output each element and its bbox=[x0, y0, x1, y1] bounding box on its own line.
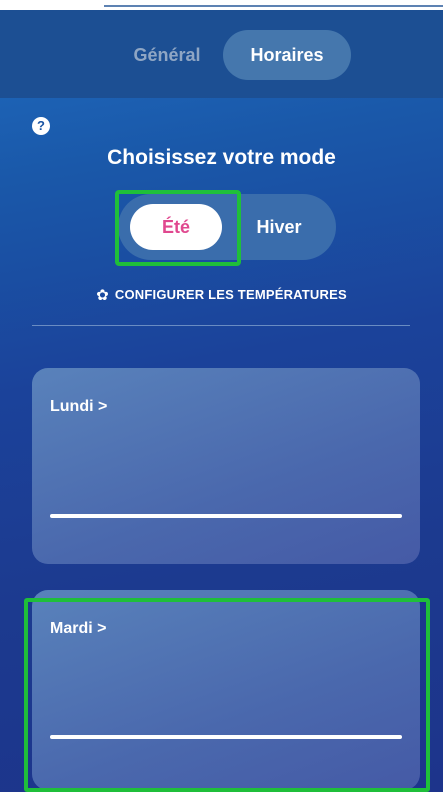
help-icon[interactable]: ? bbox=[32, 117, 50, 135]
configure-temperatures-link[interactable]: ✿ CONFIGURER LES TEMPÉRATURES bbox=[0, 286, 443, 304]
screen: Général Horaires ? Choisissez votre mode… bbox=[0, 0, 443, 792]
highlight-box-ete bbox=[115, 190, 241, 266]
tab-general[interactable]: Général bbox=[112, 30, 222, 80]
top-divider bbox=[104, 5, 443, 7]
day-card-lundi[interactable]: Lundi > bbox=[32, 368, 420, 564]
header-bar: Général Horaires bbox=[0, 10, 443, 98]
mode-option-hiver[interactable]: Hiver bbox=[234, 204, 324, 250]
tab-horaires[interactable]: Horaires bbox=[223, 30, 351, 80]
day-label-lundi[interactable]: Lundi > bbox=[50, 398, 107, 416]
section-divider bbox=[32, 325, 410, 326]
mode-title: Choisissez votre mode bbox=[107, 146, 336, 169]
day-timeline-lundi bbox=[50, 514, 402, 518]
configure-temperatures-label: CONFIGURER LES TEMPÉRATURES bbox=[114, 287, 347, 302]
gear-icon: ✿ bbox=[96, 287, 109, 304]
highlight-box-mardi bbox=[24, 598, 430, 792]
